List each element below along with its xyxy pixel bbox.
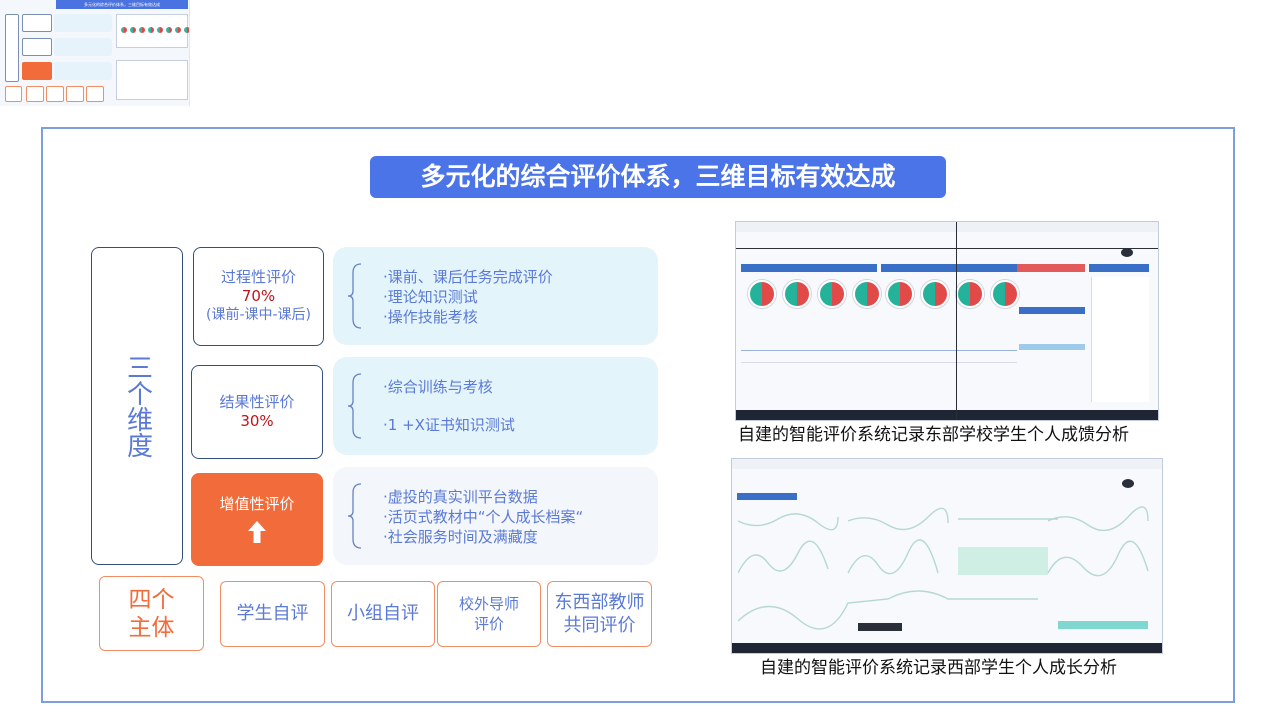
panel-header <box>1017 264 1085 272</box>
subject-student-self: 学生自评 <box>220 581 325 647</box>
progress-ring <box>818 280 846 308</box>
caption-west: 自建的智能评价系统记录西部学生个人成长分析 <box>760 658 1117 678</box>
progress-ring <box>991 280 1019 308</box>
detail-box-process: ·课前、课后任务完成评价 ·理论知识测试 ·操作技能考核 <box>333 247 658 345</box>
thumbnail-subject <box>66 86 84 102</box>
subject-label: 小组自评 <box>347 603 419 624</box>
detail-box-value-added: ·虚投的真实训平台数据 ·活页式教材中“个人成长档案“ ·社会服务时间及满藏度 <box>333 467 658 565</box>
thumbnail-card-value <box>22 62 52 80</box>
thumbnail-screenshot-west <box>116 60 188 100</box>
ring-row <box>886 280 1019 308</box>
thumbnail-title: 多元化的综合评价体系，三维目标有效达成 <box>56 0 188 9</box>
detail-list: ·综合训练与考核 ·1 +X证书知识测试 <box>383 377 653 435</box>
subject-external-mentor: 校外导师评价 <box>437 581 541 647</box>
eval-percent: 70% <box>241 287 276 305</box>
thumbnail-card-result <box>22 38 52 56</box>
list-item: ·1 +X证书知识测试 <box>383 416 515 434</box>
list-item: ·操作技能考核 <box>383 308 478 326</box>
divider <box>741 362 1017 363</box>
slide-thumbnail[interactable]: 多元化的综合评价体系，三维目标有效达成 <box>0 0 190 106</box>
dimensions-box: 三个维度 <box>91 247 183 565</box>
subject-label: 东西部教师共同评价 <box>554 592 645 636</box>
list-item: ·综合训练与考核 <box>383 378 493 396</box>
thumbnail-subjects-main <box>5 86 22 102</box>
thumbnail-detail-result <box>54 38 112 56</box>
screenshot-west-analysis <box>731 458 1163 654</box>
side-list <box>1091 277 1149 402</box>
subject-label: 校外导师评价 <box>458 595 519 633</box>
progress-ring <box>886 280 914 308</box>
subject-label: 学生自评 <box>236 603 309 624</box>
subjects-main-label: 四个主体 <box>99 576 204 651</box>
panel-header <box>1089 264 1149 272</box>
eval-card-result: 结果性评价 30% <box>191 365 323 459</box>
eval-name: 增值性评价 <box>219 495 295 513</box>
caption-east: 自建的智能评价系统记录东部学校学生个人成馈分析 <box>738 425 1129 445</box>
wave-charts <box>738 506 1149 631</box>
thumbnail-screenshot-east <box>116 14 189 48</box>
panel-bar <box>1019 344 1085 350</box>
window-titlebar <box>736 222 1158 232</box>
detail-list: ·虚投的真实训平台数据 ·活页式教材中“个人成长档案“ ·社会服务时间及满藏度 <box>383 487 653 547</box>
eval-card-value-added: 增值性评价 <box>191 473 323 566</box>
panel-header <box>741 264 877 272</box>
eval-name: 结果性评价 <box>219 393 295 411</box>
subjects-main-text: 四个主体 <box>128 586 175 641</box>
list-item: ·理论知识测试 <box>383 288 478 306</box>
brace-icon <box>347 263 362 329</box>
thumbnail-subject <box>46 86 64 102</box>
overlay-line <box>956 222 957 420</box>
detail-list: ·课前、课后任务完成评价 ·理论知识测试 ·操作技能考核 <box>383 267 653 327</box>
screenshot-east-analysis <box>735 221 1159 421</box>
eval-percent: 30% <box>240 412 274 430</box>
panel-bar <box>1019 307 1085 314</box>
divider <box>741 350 1017 351</box>
panel-header <box>737 493 797 500</box>
progress-ring <box>956 280 984 308</box>
brace-icon <box>347 483 362 549</box>
thumbnail-dimensions <box>5 14 19 82</box>
brace-icon <box>347 373 362 439</box>
page-title: 多元化的综合评价体系，三维目标有效达成 <box>370 156 946 198</box>
list-item: ·活页式教材中“个人成长档案“ <box>383 508 584 526</box>
thumbnail-subject <box>86 86 104 102</box>
taskbar <box>736 410 1158 420</box>
thumbnail-detail-value <box>54 62 112 80</box>
avatar <box>1122 479 1134 488</box>
window-titlebar <box>732 459 1162 469</box>
subject-group-self: 小组自评 <box>331 581 435 647</box>
thumbnail-card-process <box>22 14 52 32</box>
taskbar <box>732 643 1162 653</box>
thumbnail-subject <box>26 86 44 102</box>
list-item: ·课前、课后任务完成评价 <box>383 268 553 286</box>
eval-sub: (课前-课中-课后) <box>205 307 312 323</box>
thumbnail-detail-process <box>54 14 112 32</box>
eval-card-process: 过程性评价 70% (课前-课中-课后) <box>193 247 324 346</box>
progress-ring <box>921 280 949 308</box>
panel-header <box>881 264 1017 272</box>
dimensions-label: 三个维度 <box>122 354 153 458</box>
overlay-line <box>736 248 1158 249</box>
subject-east-west-teachers: 东西部教师共同评价 <box>547 581 652 647</box>
list-item: ·虚投的真实训平台数据 <box>383 488 538 506</box>
avatar <box>1121 248 1133 257</box>
eval-name: 过程性评价 <box>220 268 296 286</box>
up-arrow-icon <box>248 521 266 543</box>
ring-row <box>748 280 881 308</box>
progress-ring <box>783 280 811 308</box>
progress-ring <box>748 280 776 308</box>
detail-box-result: ·综合训练与考核 ·1 +X证书知识测试 <box>333 357 658 455</box>
list-item: ·社会服务时间及满藏度 <box>383 528 538 546</box>
progress-ring <box>853 280 881 308</box>
